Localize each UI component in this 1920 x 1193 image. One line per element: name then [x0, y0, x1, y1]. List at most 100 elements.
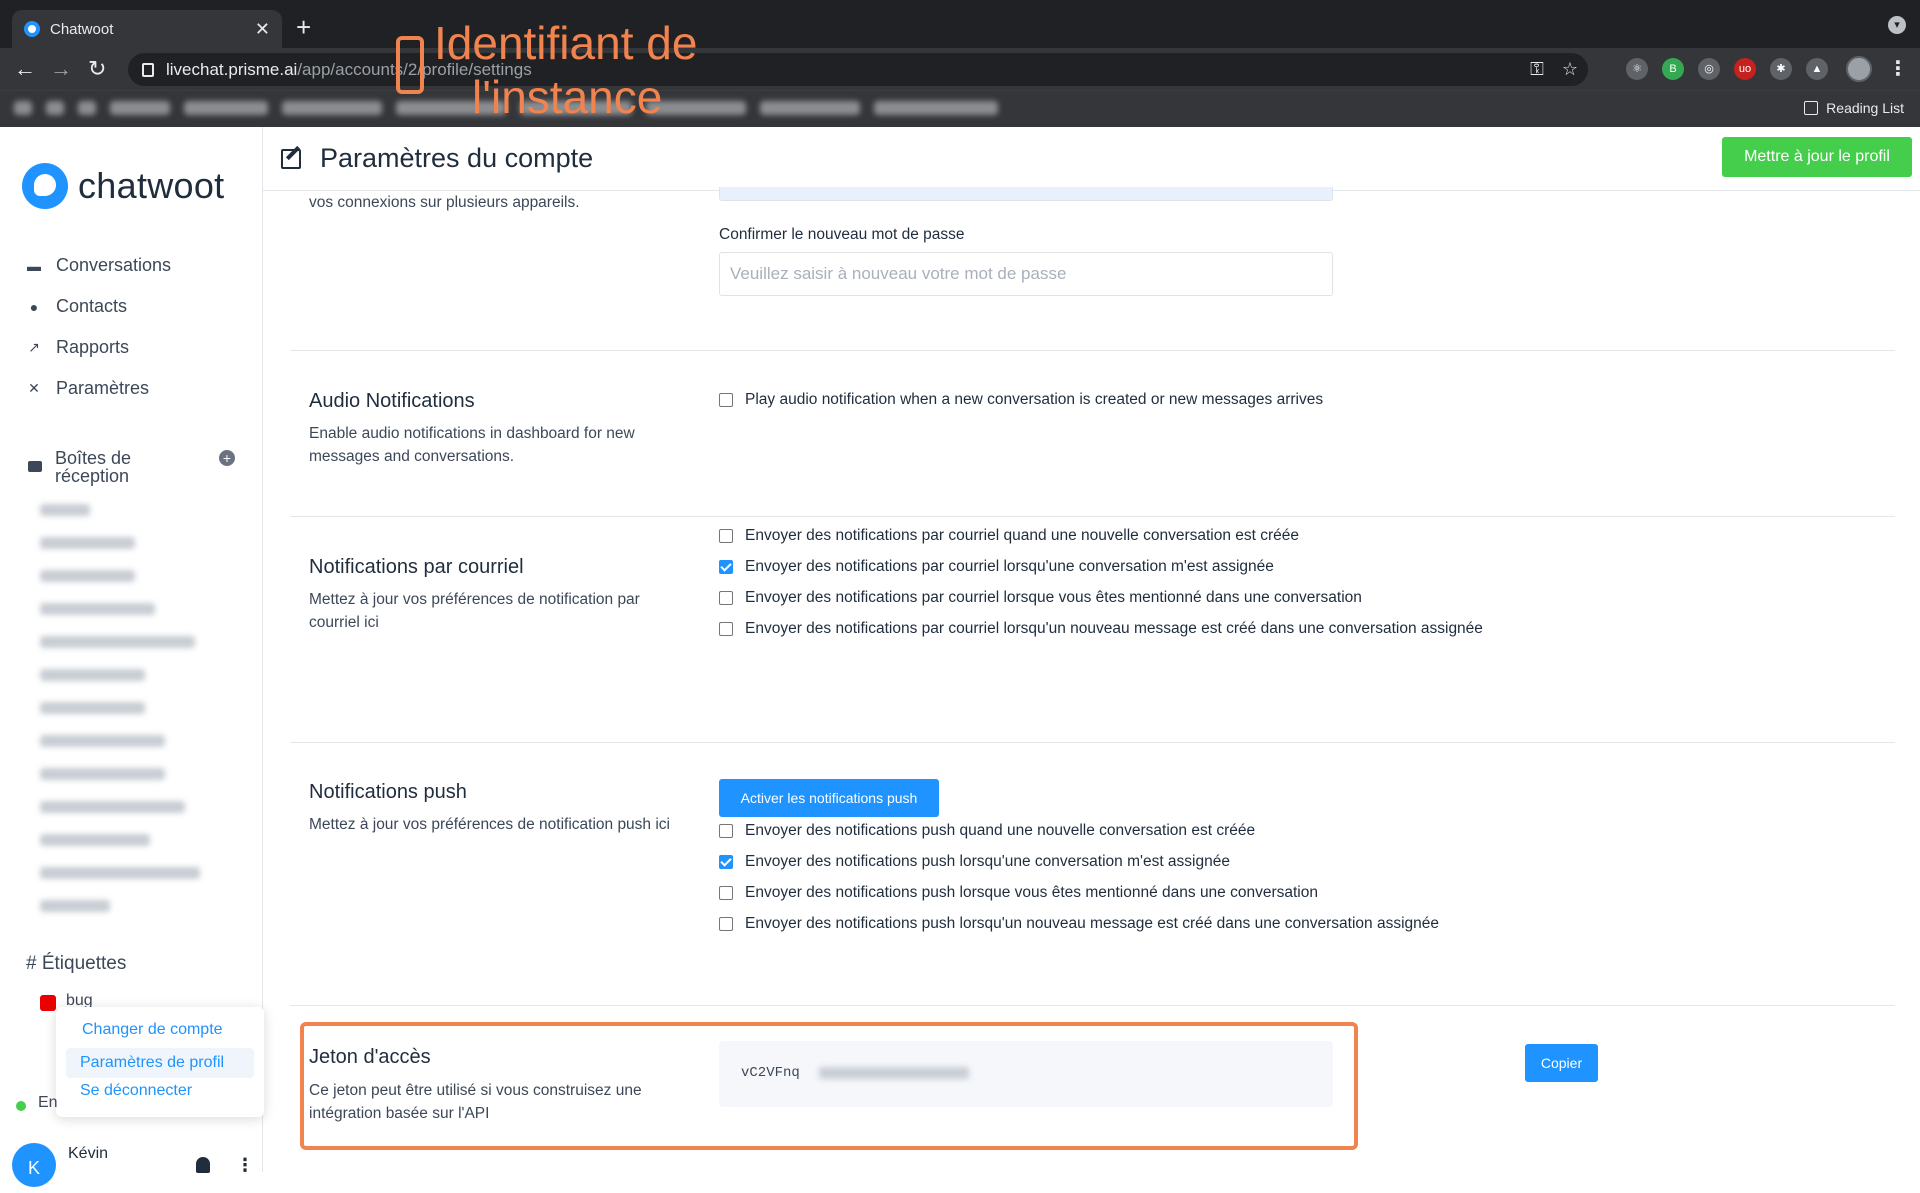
- copy-token-button[interactable]: Copier: [1525, 1044, 1598, 1082]
- page-header: Paramètres du compte Mettre à jour le pr…: [263, 127, 1920, 191]
- email-section-title: Notifications par courriel: [309, 556, 524, 578]
- browser-toolbar: ← → ↻ livechat.prisme.ai/app/accounts/2/…: [0, 48, 1920, 90]
- update-profile-button[interactable]: Mettre à jour le profil: [1722, 137, 1912, 177]
- new-password-input[interactable]: [719, 187, 1333, 201]
- bookmarks-bar: Reading List: [0, 90, 1920, 127]
- push-checkbox[interactable]: [719, 917, 733, 931]
- ublock-icon[interactable]: uo: [1734, 58, 1756, 80]
- labels-section-title: # Étiquettes: [26, 953, 126, 975]
- annotation-line-2: l'instance: [472, 71, 663, 123]
- email-checkbox[interactable]: [719, 560, 733, 574]
- user-icon: ●: [29, 298, 39, 315]
- availability-status[interactable]: En: [38, 1094, 58, 1112]
- chatwoot-logo-icon: [22, 163, 68, 209]
- chatwoot-logo[interactable]: chatwoot: [22, 163, 225, 209]
- browser-menu-icon[interactable]: ⋮: [1888, 56, 1908, 81]
- email-option[interactable]: Envoyer des notifications par courriel l…: [719, 620, 1483, 638]
- push-option[interactable]: Envoyer des notifications push quand une…: [719, 822, 1255, 840]
- profile-settings-link[interactable]: Paramètres de profil: [66, 1048, 254, 1078]
- tab-title: Chatwoot: [50, 20, 114, 38]
- bookmark-star-icon[interactable]: ☆: [1562, 59, 1578, 80]
- profile-menu-popover: Changer de compte Paramètres de profil S…: [56, 1007, 264, 1117]
- sidebar-item-label: Paramètres: [56, 378, 150, 398]
- annotation-line-1: Identifiant de: [434, 17, 698, 69]
- key-icon[interactable]: ⚿: [1530, 59, 1544, 80]
- sidebar-item-settings[interactable]: ✕ Paramètres: [26, 378, 149, 399]
- blurred-inbox-list: [40, 504, 220, 933]
- section-divider: [290, 1005, 1895, 1006]
- reading-list-icon: [1804, 101, 1819, 115]
- back-icon[interactable]: ←: [14, 56, 36, 82]
- push-option-label: Envoyer des notifications push lorsqu'un…: [745, 853, 1230, 870]
- section-divider: [290, 742, 1895, 743]
- push-option[interactable]: Envoyer des notifications push lorsqu'un…: [719, 853, 1230, 871]
- push-option[interactable]: Envoyer des notifications push lorsque v…: [719, 884, 1318, 902]
- url-host: livechat.prisme.ai: [166, 59, 298, 79]
- user-name: Kévin: [68, 1145, 109, 1162]
- email-checkbox[interactable]: [719, 622, 733, 636]
- chat-icon: ▬: [27, 257, 41, 274]
- lock-icon: [142, 62, 154, 77]
- push-section-desc: Mettez à jour vos préférences de notific…: [309, 816, 670, 833]
- audio-notification-checkbox[interactable]: [719, 393, 733, 407]
- flask-icon[interactable]: ▲: [1806, 58, 1828, 80]
- inbox-section-title: Boîtes de réception: [55, 448, 132, 486]
- react-icon[interactable]: ⚛: [1626, 58, 1648, 80]
- push-option[interactable]: Envoyer des notifications push lorsqu'un…: [719, 915, 1439, 933]
- switch-account-link[interactable]: Changer de compte: [82, 1021, 223, 1039]
- annotation-url-highlight: [396, 36, 424, 94]
- label-color-swatch: [40, 995, 56, 1011]
- tab-close-icon[interactable]: ✕: [255, 19, 270, 40]
- push-option-label: Envoyer des notifications push lorsque v…: [745, 884, 1318, 901]
- push-option-label: Envoyer des notifications push lorsqu'un…: [745, 915, 1440, 932]
- address-bar[interactable]: livechat.prisme.ai/app/accounts/2/profil…: [128, 53, 1588, 86]
- sidebar-item-label: Rapports: [56, 337, 130, 357]
- push-option-label: Envoyer des notifications push quand une…: [745, 822, 1256, 839]
- push-checkbox[interactable]: [719, 855, 733, 869]
- password-section-desc: vos connexions sur plusieurs appareils.: [309, 194, 580, 211]
- extension-icons: ⚛ B ◎ uo ✱ ▲: [1626, 58, 1828, 80]
- email-option[interactable]: Envoyer des notifications par courriel l…: [719, 558, 1274, 576]
- forward-icon[interactable]: →: [50, 56, 72, 82]
- audio-section-title: Audio Notifications: [309, 390, 475, 412]
- sidebar-item-conversations[interactable]: ▬ Conversations: [26, 255, 171, 276]
- browser-tab[interactable]: Chatwoot ✕: [12, 10, 282, 48]
- email-option[interactable]: Envoyer des notifications par courriel q…: [719, 527, 1299, 545]
- enable-push-button[interactable]: Activer les notifications push: [719, 779, 939, 817]
- target-icon[interactable]: ◎: [1698, 58, 1720, 80]
- more-options-icon[interactable]: ⋮: [236, 1155, 254, 1176]
- email-option-label: Envoyer des notifications par courriel l…: [745, 558, 1274, 575]
- email-option-label: Envoyer des notifications par courriel l…: [745, 589, 1362, 606]
- puzzle-icon[interactable]: ✱: [1770, 58, 1792, 80]
- confirm-password-input[interactable]: [719, 252, 1333, 296]
- section-divider: [290, 516, 1895, 517]
- email-option-label: Envoyer des notifications par courriel l…: [745, 620, 1483, 637]
- logout-link[interactable]: Se déconnecter: [80, 1082, 192, 1100]
- confirm-password-label: Confirmer le nouveau mot de passe: [719, 226, 965, 243]
- chatwoot-favicon-icon: [24, 21, 40, 37]
- audio-notification-option[interactable]: Play audio notification when a new conve…: [719, 391, 1323, 409]
- inbox-icon: [28, 461, 42, 472]
- email-checkbox[interactable]: [719, 529, 733, 543]
- reading-list[interactable]: Reading List: [1804, 100, 1904, 116]
- push-checkbox[interactable]: [719, 886, 733, 900]
- extension-b-icon[interactable]: B: [1662, 58, 1684, 80]
- bell-icon[interactable]: [196, 1157, 210, 1173]
- push-checkbox[interactable]: [719, 824, 733, 838]
- browser-chrome: Chatwoot ✕ + ▾ ← → ↻ livechat.prisme.ai /…: [0, 0, 1920, 127]
- email-option[interactable]: Envoyer des notifications par courriel l…: [719, 589, 1362, 607]
- avatar[interactable]: K: [12, 1143, 56, 1187]
- section-divider: [290, 350, 1895, 351]
- profile-avatar-icon[interactable]: [1846, 56, 1872, 82]
- sidebar: chatwoot ▬ Conversations ● Contacts ↗ Ra…: [0, 127, 264, 1187]
- tab-search-icon[interactable]: ▾: [1888, 16, 1906, 34]
- availability-status-dot: [16, 1101, 26, 1111]
- page-title: Paramètres du compte: [320, 143, 594, 173]
- new-tab-icon[interactable]: +: [296, 12, 311, 43]
- reload-icon[interactable]: ↻: [88, 56, 106, 82]
- logo-text: chatwoot: [78, 165, 225, 206]
- sidebar-item-reports[interactable]: ↗ Rapports: [26, 337, 129, 358]
- email-checkbox[interactable]: [719, 591, 733, 605]
- add-inbox-icon[interactable]: +: [219, 450, 235, 466]
- sidebar-item-contacts[interactable]: ● Contacts: [26, 296, 127, 317]
